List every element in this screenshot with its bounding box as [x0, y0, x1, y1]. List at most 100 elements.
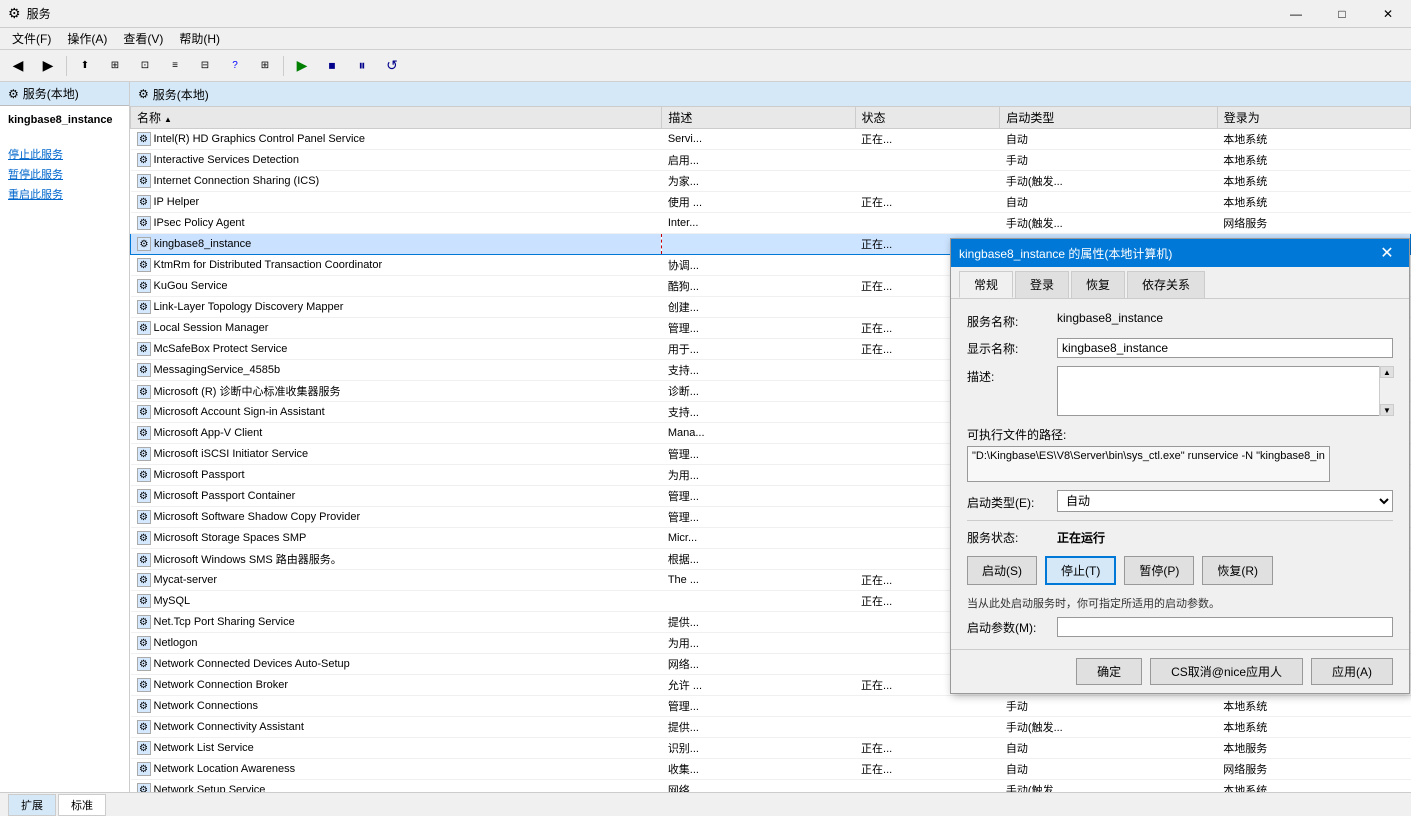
- cell-service-name: ⚙Microsoft (R) 诊断中心标准收集器服务: [131, 381, 662, 402]
- service-status-value: 正在运行: [1057, 529, 1105, 546]
- menu-bar: 文件(F) 操作(A) 查看(V) 帮助(H): [0, 28, 1411, 50]
- desc-row: 描述: ▲ ▼: [967, 366, 1393, 416]
- startup-type-label: 启动类型(E):: [967, 492, 1057, 511]
- toolbar-export[interactable]: ⊞: [251, 53, 279, 79]
- btn-start[interactable]: 启动(S): [967, 556, 1037, 585]
- exec-path-row: 可执行文件的路径: "D:\Kingbase\ES\V8\Server\bin\…: [967, 424, 1393, 482]
- menu-file[interactable]: 文件(F): [4, 28, 59, 49]
- toolbar-back[interactable]: ◀: [4, 53, 32, 79]
- cell-desc: 管理...: [662, 696, 855, 717]
- table-row[interactable]: ⚙Network Connections管理...手动本地系统: [131, 696, 1411, 717]
- cell-logon: 本地系统: [1217, 171, 1410, 192]
- cell-service-name: ⚙KtmRm for Distributed Transaction Coord…: [131, 255, 662, 276]
- toolbar-details[interactable]: ⊟: [191, 53, 219, 79]
- dialog-close-button[interactable]: ✕: [1373, 239, 1401, 267]
- menu-action[interactable]: 操作(A): [59, 28, 115, 49]
- cell-service-name: ⚙Network Location Awareness: [131, 759, 662, 780]
- table-row[interactable]: ⚙Interactive Services Detection启用...手动本地…: [131, 150, 1411, 171]
- col-header-name[interactable]: 名称▲: [131, 107, 662, 129]
- toolbar-list[interactable]: ≡: [161, 53, 189, 79]
- col-header-desc[interactable]: 描述: [662, 107, 855, 129]
- table-row[interactable]: ⚙Intel(R) HD Graphics Control Panel Serv…: [131, 129, 1411, 150]
- toolbar-help[interactable]: ?: [221, 53, 249, 79]
- dialog-tab-dependencies[interactable]: 依存关系: [1127, 271, 1205, 298]
- service-icon: ⚙: [137, 699, 151, 713]
- minimize-button[interactable]: —: [1273, 0, 1319, 28]
- cell-desc: 允许 ...: [662, 675, 855, 696]
- cell-status: [855, 150, 1000, 171]
- service-icon: ⚙: [137, 720, 151, 734]
- toolbar-icon[interactable]: ⊡: [131, 53, 159, 79]
- action-pause[interactable]: 暂停此服务: [8, 166, 121, 182]
- cell-desc: 支持...: [662, 360, 855, 381]
- col-header-status[interactable]: 状态: [855, 107, 1000, 129]
- desc-scroll-up[interactable]: ▲: [1380, 366, 1394, 378]
- cell-logon: 网络服务: [1217, 213, 1410, 234]
- toolbar-stop[interactable]: ⏹: [318, 53, 346, 79]
- toolbar-play[interactable]: ▶: [288, 53, 316, 79]
- table-row[interactable]: ⚙Network Location Awareness收集...正在...自动网…: [131, 759, 1411, 780]
- table-row[interactable]: ⚙Network Setup Service网络...手动(触发...本地系统: [131, 780, 1411, 792]
- dialog-content: 服务名称: kingbase8_instance 显示名称: 描述: ▲ ▼ 可…: [951, 299, 1409, 649]
- table-row[interactable]: ⚙Network Connectivity Assistant提供...手动(触…: [131, 717, 1411, 738]
- desc-input[interactable]: [1057, 366, 1393, 416]
- btn-pause[interactable]: 暂停(P): [1124, 556, 1194, 585]
- toolbar-restart[interactable]: ↺: [378, 53, 406, 79]
- param-input[interactable]: [1057, 617, 1393, 637]
- cell-desc: 诊断...: [662, 381, 855, 402]
- cell-desc: 管理...: [662, 486, 855, 507]
- toolbar-pause[interactable]: ⏸: [348, 53, 376, 79]
- service-icon: ⚙: [137, 385, 151, 399]
- table-row[interactable]: ⚙Network List Service识别...正在...自动本地服务: [131, 738, 1411, 759]
- dialog-tabs: 常规 登录 恢复 依存关系: [951, 267, 1409, 299]
- toolbar-up[interactable]: ⬆: [71, 53, 99, 79]
- service-icon: ⚙: [137, 363, 151, 377]
- service-icon: ⚙: [137, 510, 151, 524]
- menu-help[interactable]: 帮助(H): [171, 28, 228, 49]
- cell-logon: 本地系统: [1217, 192, 1410, 213]
- display-name-row: 显示名称:: [967, 338, 1393, 358]
- btn-cancel[interactable]: CS取消@nice应用人: [1150, 658, 1303, 685]
- cell-service-name: ⚙MessagingService_4585b: [131, 360, 662, 381]
- action-restart[interactable]: 重启此服务: [8, 186, 121, 202]
- table-row[interactable]: ⚙Internet Connection Sharing (ICS)为家...手…: [131, 171, 1411, 192]
- tab-extended[interactable]: 扩展: [8, 794, 56, 816]
- toolbar-show-hide[interactable]: ⊞: [101, 53, 129, 79]
- cell-service-name: ⚙Microsoft Storage Spaces SMP: [131, 528, 662, 549]
- toolbar: ◀ ▶ ⬆ ⊞ ⊡ ≡ ⊟ ? ⊞ ▶ ⏹ ⏸ ↺: [0, 50, 1411, 82]
- btn-apply[interactable]: 应用(A): [1311, 658, 1393, 685]
- cell-startup: 手动(触发...: [1000, 780, 1217, 792]
- cell-service-name: ⚙McSafeBox Protect Service: [131, 339, 662, 360]
- window-icon: ⚙: [8, 5, 21, 22]
- dialog-tab-logon[interactable]: 登录: [1015, 271, 1069, 298]
- cell-desc: 管理...: [662, 318, 855, 339]
- desc-scroll-down[interactable]: ▼: [1380, 404, 1394, 416]
- col-header-startup[interactable]: 启动类型: [1000, 107, 1217, 129]
- table-row[interactable]: ⚙IPsec Policy AgentInter...手动(触发...网络服务: [131, 213, 1411, 234]
- btn-ok[interactable]: 确定: [1076, 658, 1142, 685]
- dialog-tab-general[interactable]: 常规: [959, 271, 1013, 298]
- maximize-button[interactable]: □: [1319, 0, 1365, 28]
- toolbar-forward[interactable]: ▶: [34, 53, 62, 79]
- cell-startup: 手动: [1000, 696, 1217, 717]
- startup-param-row: 启动参数(M):: [967, 617, 1393, 637]
- cell-desc: Mana...: [662, 423, 855, 444]
- table-row[interactable]: ⚙IP Helper使用 ...正在...自动本地系统: [131, 192, 1411, 213]
- services-header-text: 服务(本地): [153, 86, 209, 103]
- startup-type-select[interactable]: 自动 手动 禁用: [1057, 490, 1393, 512]
- menu-view[interactable]: 查看(V): [115, 28, 171, 49]
- tab-standard[interactable]: 标准: [58, 794, 106, 816]
- cell-desc: 启用...: [662, 150, 855, 171]
- display-name-input[interactable]: [1057, 338, 1393, 358]
- btn-resume[interactable]: 恢复(R): [1202, 556, 1273, 585]
- cell-status: [855, 696, 1000, 717]
- close-button[interactable]: ✕: [1365, 0, 1411, 28]
- cell-logon: 本地服务: [1217, 738, 1410, 759]
- cell-status: [855, 171, 1000, 192]
- table-header-row: 名称▲ 描述 状态 启动类型 登录为: [131, 107, 1411, 129]
- col-header-logon[interactable]: 登录为: [1217, 107, 1410, 129]
- action-stop[interactable]: 停止此服务: [8, 146, 121, 162]
- dialog-tab-recovery[interactable]: 恢复: [1071, 271, 1125, 298]
- btn-stop[interactable]: 停止(T): [1045, 556, 1116, 585]
- cell-service-name: ⚙Link-Layer Topology Discovery Mapper: [131, 297, 662, 318]
